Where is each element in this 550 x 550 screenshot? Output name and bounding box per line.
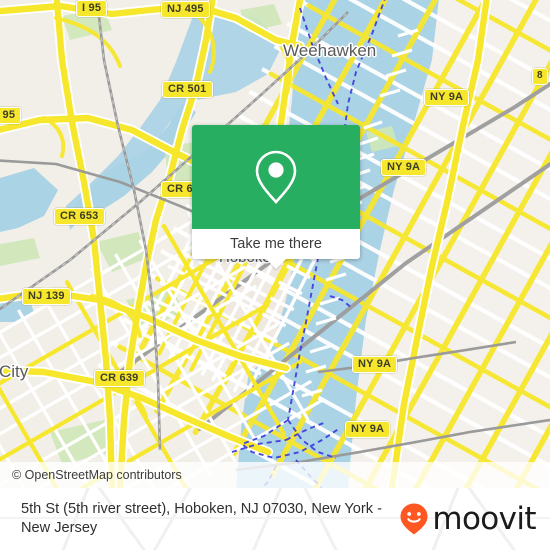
shield-i95-top[interactable]: I 95 bbox=[76, 0, 108, 17]
moovit-wordmark: moovit bbox=[432, 500, 536, 537]
shield-ny9a-2[interactable]: NY 9A bbox=[381, 159, 427, 176]
attribution-text[interactable]: © OpenStreetMap contributors bbox=[0, 468, 182, 482]
take-me-there-label: Take me there bbox=[230, 236, 322, 252]
popup-image-panel bbox=[192, 125, 360, 229]
location-pin-icon bbox=[255, 150, 297, 204]
take-me-there-button[interactable]: Take me there bbox=[192, 229, 360, 259]
shield-ny9a-4[interactable]: NY 9A bbox=[345, 421, 391, 438]
location-popup-card[interactable]: Take me there bbox=[192, 125, 360, 269]
shield-ny9a-3[interactable]: NY 9A bbox=[352, 356, 398, 373]
shield-nj495[interactable]: NJ 495 bbox=[161, 1, 210, 18]
shield-nj139[interactable]: NJ 139 bbox=[22, 288, 71, 305]
shield-ny9a-1[interactable]: NY 9A bbox=[424, 89, 470, 106]
popup-pointer-tail bbox=[265, 258, 287, 269]
location-address-text: 5th St (5th river street), Hoboken, NJ 0… bbox=[21, 501, 382, 536]
shield-route-8[interactable]: 8 bbox=[532, 68, 548, 85]
moovit-smiley-pin-icon bbox=[400, 503, 428, 535]
footer-bar: 5th St (5th river street), Hoboken, NJ 0… bbox=[0, 488, 550, 550]
map-label-jersey-city: City bbox=[0, 362, 29, 381]
shield-i95-left[interactable]: I 95 bbox=[0, 107, 22, 124]
moovit-logo[interactable]: moovit bbox=[399, 500, 537, 537]
map-attribution-bar: © OpenStreetMap contributors bbox=[0, 462, 550, 488]
shield-cr653[interactable]: CR 653 bbox=[54, 208, 105, 225]
map-canvas[interactable]: Weehawken Hoboken City I 95 NJ 495 CR 50… bbox=[0, 0, 550, 488]
shield-cr501[interactable]: CR 501 bbox=[162, 81, 213, 98]
map-label-weehawken: Weehawken bbox=[283, 41, 377, 60]
shield-cr639[interactable]: CR 639 bbox=[94, 370, 145, 387]
